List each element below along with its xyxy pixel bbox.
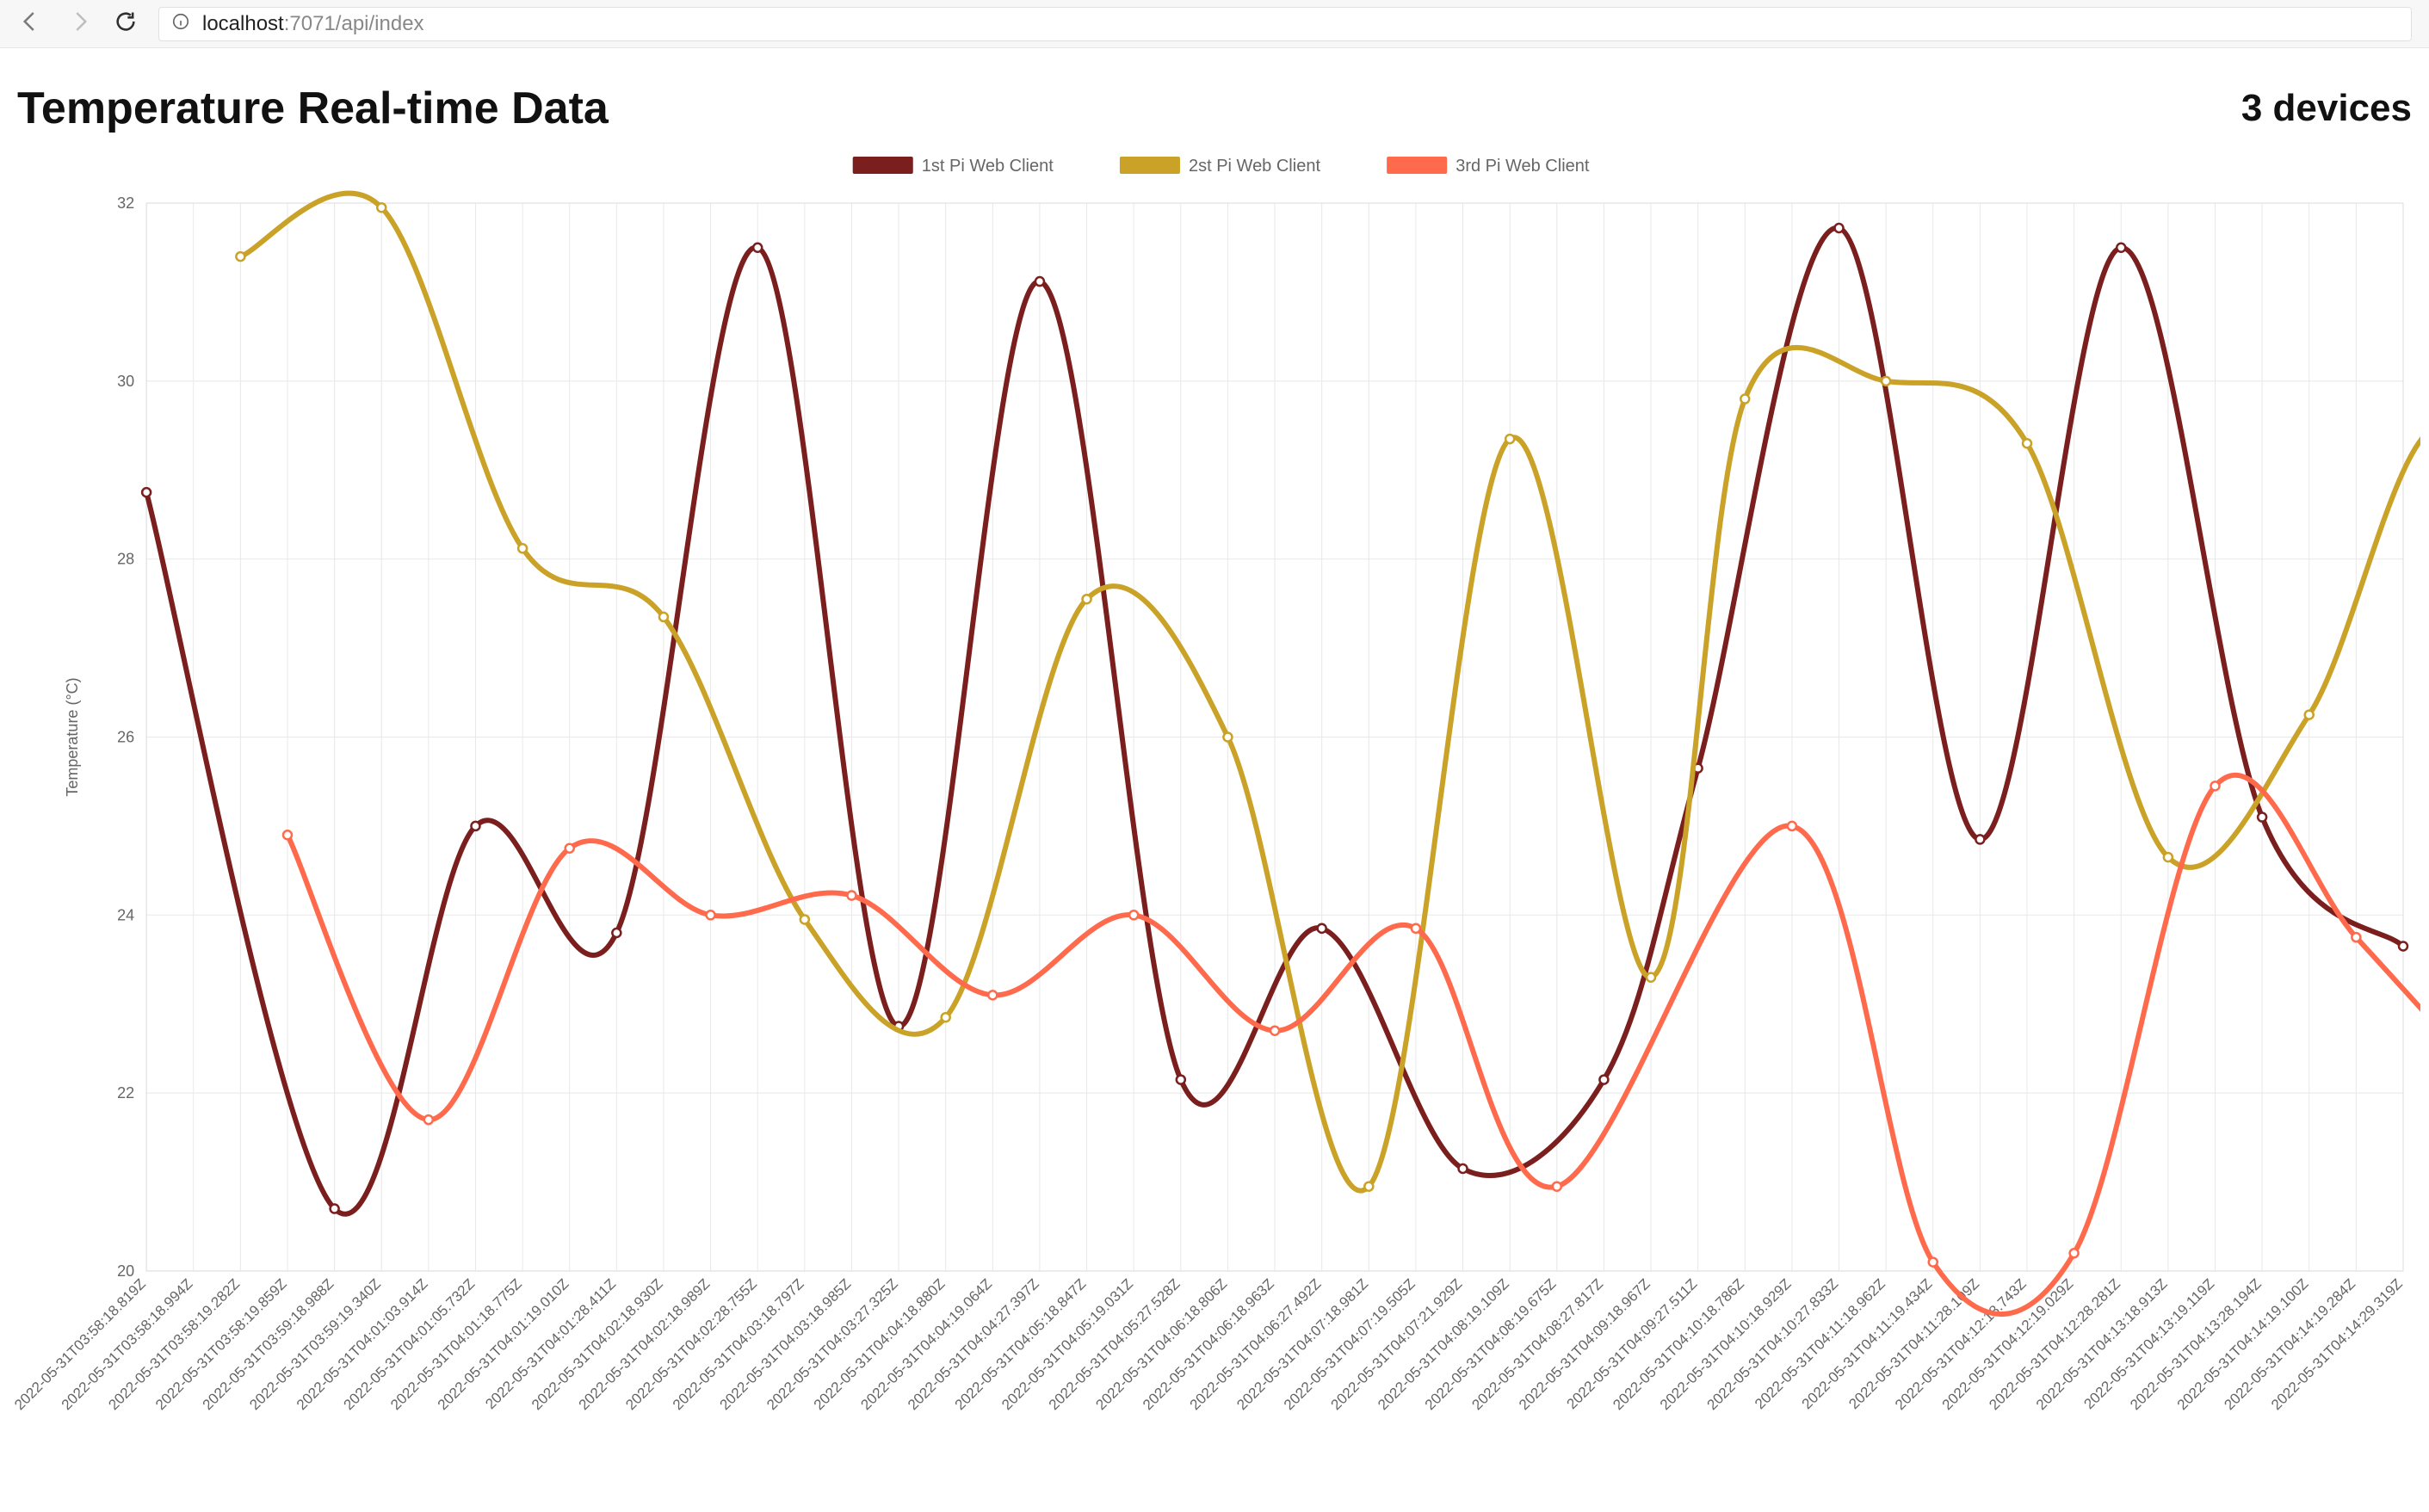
- data-point[interactable]: [377, 203, 386, 212]
- data-point[interactable]: [800, 915, 809, 923]
- data-point[interactable]: [1647, 973, 1655, 982]
- url-path: /api/index: [336, 12, 424, 35]
- data-point[interactable]: [566, 844, 574, 853]
- data-point[interactable]: [1083, 595, 1091, 603]
- data-point[interactable]: [1412, 924, 1420, 933]
- data-point[interactable]: [2305, 711, 2314, 719]
- data-point[interactable]: [2070, 1249, 2079, 1257]
- data-point[interactable]: [1975, 835, 1984, 843]
- data-point[interactable]: [753, 244, 762, 252]
- data-point[interactable]: [1364, 1182, 1373, 1191]
- y-tick-label: 30: [117, 373, 134, 390]
- data-point[interactable]: [518, 544, 527, 552]
- browser-toolbar: localhost:7071/api/index: [0, 0, 2429, 48]
- data-point[interactable]: [2117, 244, 2125, 252]
- temperature-chart: 1st Pi Web Client 2st Pi Web Client 3rd Pi…: [9, 143, 2420, 1503]
- data-point[interactable]: [1223, 732, 1232, 741]
- site-info-icon[interactable]: [171, 12, 190, 35]
- legend-label[interactable]: 2st Pi Web Client: [1189, 157, 1320, 176]
- data-point[interactable]: [2023, 439, 2031, 447]
- data-point[interactable]: [471, 822, 479, 830]
- data-point[interactable]: [1459, 1164, 1468, 1173]
- forward-button[interactable]: [67, 9, 93, 39]
- data-point[interactable]: [1599, 1076, 1608, 1084]
- data-point[interactable]: [1929, 1258, 1938, 1267]
- data-point[interactable]: [1788, 822, 1796, 830]
- reload-button[interactable]: [114, 9, 138, 38]
- data-point[interactable]: [142, 488, 151, 497]
- y-tick-label: 22: [117, 1084, 134, 1102]
- data-point[interactable]: [2352, 933, 2360, 941]
- data-point[interactable]: [659, 613, 668, 621]
- data-point[interactable]: [1505, 435, 1514, 443]
- legend-swatch[interactable]: [1120, 157, 1180, 174]
- url-text: localhost:7071/api/index: [202, 12, 424, 36]
- y-tick-label: 32: [117, 194, 134, 212]
- address-bar[interactable]: localhost:7071/api/index: [158, 7, 2412, 41]
- data-point[interactable]: [424, 1115, 433, 1124]
- data-point[interactable]: [283, 830, 292, 839]
- series-line: [240, 193, 2420, 1190]
- y-tick-label: 28: [117, 551, 134, 568]
- page-header: Temperature Real-time Data 3 devices: [0, 48, 2429, 143]
- legend-swatch[interactable]: [853, 157, 913, 174]
- data-point[interactable]: [942, 1013, 950, 1021]
- nav-buttons: [17, 9, 93, 39]
- data-point[interactable]: [1177, 1076, 1185, 1084]
- data-point[interactable]: [1270, 1027, 1279, 1035]
- legend-swatch[interactable]: [1387, 157, 1447, 174]
- y-tick-label: 24: [117, 906, 134, 923]
- url-host: localhost: [202, 12, 284, 35]
- data-point[interactable]: [847, 892, 856, 900]
- data-point[interactable]: [331, 1205, 339, 1213]
- data-point[interactable]: [236, 252, 244, 261]
- data-point[interactable]: [2164, 853, 2173, 861]
- data-point[interactable]: [1035, 277, 1044, 286]
- data-point[interactable]: [1882, 377, 1890, 386]
- data-point[interactable]: [1129, 910, 1138, 919]
- data-point[interactable]: [2210, 781, 2219, 790]
- device-count: 3 devices: [2241, 87, 2412, 130]
- data-point[interactable]: [612, 929, 621, 937]
- data-point[interactable]: [1835, 224, 1844, 232]
- data-point[interactable]: [2399, 941, 2407, 950]
- legend-label[interactable]: 1st Pi Web Client: [922, 157, 1054, 176]
- series-line: [287, 775, 2420, 1314]
- data-point[interactable]: [1553, 1182, 1561, 1191]
- y-axis-label: Temperature (°C): [64, 677, 81, 796]
- data-point[interactable]: [1318, 924, 1326, 933]
- page-title: Temperature Real-time Data: [17, 83, 609, 134]
- url-port: :7071: [284, 12, 336, 35]
- data-point[interactable]: [707, 910, 715, 919]
- data-point[interactable]: [1740, 395, 1749, 404]
- legend-label[interactable]: 3rd Pi Web Client: [1456, 157, 1590, 176]
- y-tick-label: 26: [117, 728, 134, 745]
- data-point[interactable]: [988, 991, 997, 999]
- y-tick-label: 20: [117, 1262, 134, 1280]
- data-point[interactable]: [2258, 813, 2266, 822]
- chart-container: 1st Pi Web Client 2st Pi Web Client 3rd Pi…: [0, 143, 2429, 1512]
- back-button[interactable]: [17, 9, 43, 39]
